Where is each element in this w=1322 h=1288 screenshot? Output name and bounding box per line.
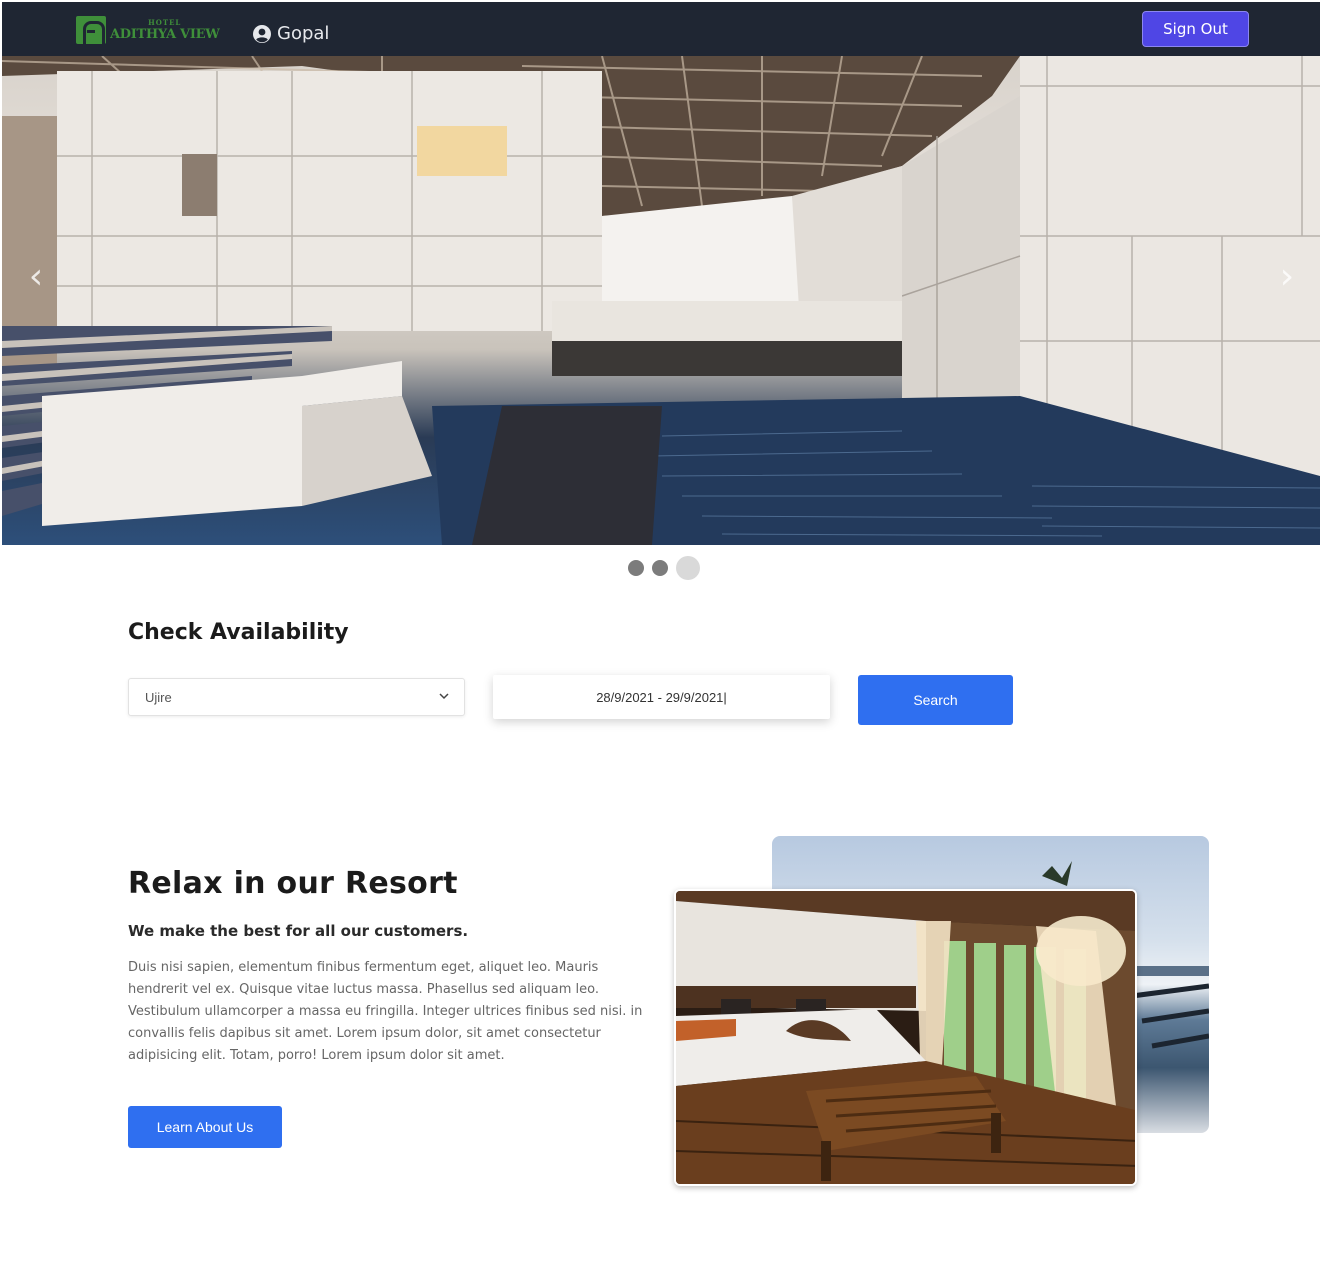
logo-small-text: HOTEL	[148, 18, 182, 27]
carousel-dot-2[interactable]	[652, 560, 668, 576]
logo-mark-icon	[76, 16, 106, 44]
about-subtitle: We make the best for all our customers.	[128, 922, 469, 940]
about-body: Duis nisi sapien, elementum finibus ferm…	[128, 960, 643, 1063]
search-button[interactable]: Search	[858, 675, 1013, 725]
chevron-down-icon	[439, 693, 449, 700]
sign-out-button[interactable]: Sign Out	[1142, 11, 1249, 47]
date-range-input[interactable]: 28/9/2021 - 29/9/2021|	[493, 675, 830, 719]
carousel-prev-button[interactable]: ‹	[16, 255, 56, 297]
check-availability-title: Check Availability	[128, 620, 349, 645]
carousel-dot-3[interactable]	[676, 556, 700, 580]
logo-text: HOTEL ADITHYA VIEW	[110, 19, 220, 41]
location-select[interactable]: Ujire	[128, 678, 465, 716]
user-name: Gopal	[277, 23, 330, 44]
about-title: Relax in our Resort	[128, 866, 458, 901]
carousel-dot-1[interactable]	[628, 560, 644, 576]
chevron-right-icon: ›	[1279, 255, 1295, 297]
hero-image	[2, 56, 1320, 545]
navbar: HOTEL ADITHYA VIEW Gopal Sign Out	[2, 2, 1320, 56]
location-select-value: Ujire	[145, 689, 172, 705]
hotel-logo[interactable]: HOTEL ADITHYA VIEW	[76, 16, 220, 44]
chevron-left-icon: ‹	[28, 255, 44, 297]
user-menu[interactable]: Gopal	[252, 23, 329, 44]
learn-about-us-button[interactable]: Learn About Us	[128, 1106, 282, 1148]
carousel-next-button[interactable]: ›	[1267, 255, 1307, 297]
logo-big-text: ADITHYA VIEW	[110, 27, 220, 42]
user-circle-icon	[253, 24, 271, 43]
resort-room-image	[674, 889, 1137, 1186]
hero-carousel: ‹ ›	[2, 56, 1320, 545]
carousel-indicators	[628, 556, 700, 580]
